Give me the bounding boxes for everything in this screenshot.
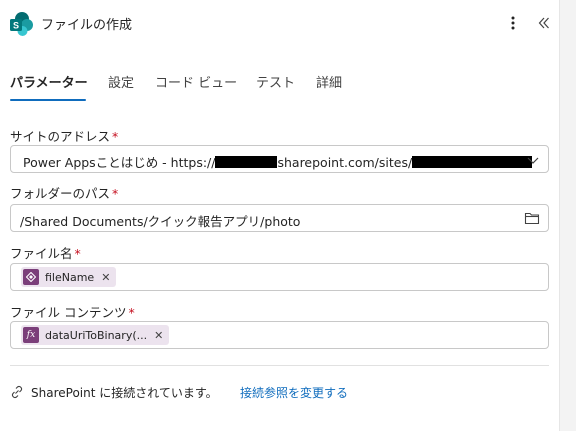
folder-path-input[interactable]: /Shared Documents/クイック報告アプリ/photo <box>10 204 549 232</box>
tab-test[interactable]: テスト <box>256 72 295 91</box>
folder-icon[interactable] <box>524 211 540 225</box>
change-connection-link[interactable]: 接続参照を変更する <box>240 384 348 401</box>
more-vertical-icon <box>511 16 515 30</box>
file-content-input[interactable]: fx dataUriToBinary(... ✕ <box>10 321 549 349</box>
sharepoint-icon: S <box>10 12 33 36</box>
token-label: dataUriToBinary(... <box>45 328 148 342</box>
tab-code-view[interactable]: コード ビュー <box>155 72 237 91</box>
remove-token-icon[interactable]: ✕ <box>101 271 110 284</box>
fx-expression-icon: fx <box>23 327 39 343</box>
panel-edge <box>559 0 576 431</box>
file-name-label: ファイル名 * <box>10 243 81 262</box>
active-tab-indicator <box>10 99 86 101</box>
folder-path-value: /Shared Documents/クイック報告アプリ/photo <box>20 214 301 229</box>
file-name-token[interactable]: fileName ✕ <box>21 267 117 287</box>
file-content-label: ファイル コンテンツ * <box>10 302 135 321</box>
svg-text:S: S <box>13 21 19 31</box>
file-content-token[interactable]: fx dataUriToBinary(... ✕ <box>21 325 170 345</box>
power-apps-token-icon <box>23 269 39 285</box>
required-mark: * <box>128 305 135 320</box>
site-address-dropdown[interactable]: Power Appsことはじめ - https:// sharepoint.com… <box>10 145 549 173</box>
double-chevron-left-icon <box>538 17 549 29</box>
panel-title: ファイルの作成 <box>41 18 133 33</box>
tab-parameters[interactable]: パラメーター <box>10 72 88 91</box>
tab-settings[interactable]: 設定 <box>108 72 134 91</box>
file-name-input[interactable]: fileName ✕ <box>10 263 549 291</box>
redacted-block <box>215 156 278 168</box>
site-address-label-text: サイトのアドレス <box>10 129 111 144</box>
chevron-down-icon[interactable] <box>526 153 540 167</box>
divider <box>10 365 549 366</box>
more-options-button[interactable] <box>504 12 522 34</box>
site-address-middle: sharepoint.com/sites/ <box>277 155 413 170</box>
redacted-block <box>412 156 533 168</box>
connection-status: SharePoint に接続されています。 <box>31 386 218 400</box>
connection-link-icon <box>11 385 23 399</box>
folder-path-label-text: フォルダーのパス <box>10 186 111 201</box>
required-mark: * <box>112 186 119 201</box>
folder-path-label: フォルダーのパス * <box>10 183 118 202</box>
collapse-panel-button[interactable] <box>534 12 554 34</box>
action-panel: S ファイルの作成 パラメーター 設定 コード ビュー テスト 詳細 サイトのア… <box>0 0 559 431</box>
file-name-label-text: ファイル名 <box>10 246 73 261</box>
site-address-prefix: Power Appsことはじめ - https:// <box>23 155 216 170</box>
site-address-label: サイトのアドレス * <box>10 126 118 145</box>
panel-header: S ファイルの作成 <box>0 0 559 46</box>
remove-token-icon[interactable]: ✕ <box>154 329 163 342</box>
required-mark: * <box>112 129 119 144</box>
tab-details[interactable]: 詳細 <box>316 72 342 91</box>
required-mark: * <box>74 246 81 261</box>
site-address-value: Power Appsことはじめ - https:// sharepoint.com… <box>23 152 533 171</box>
file-content-label-text: ファイル コンテンツ <box>10 305 127 320</box>
token-label: fileName <box>45 270 95 284</box>
